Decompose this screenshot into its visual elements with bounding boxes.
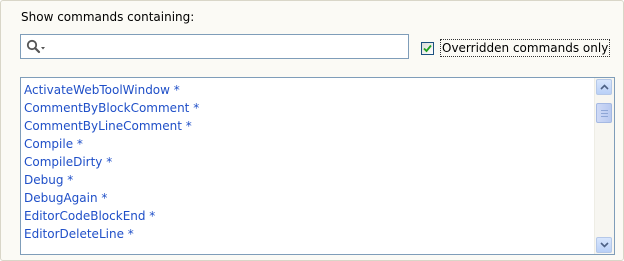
commands-panel: Show commands containing: Overridden com… bbox=[0, 0, 624, 261]
overridden-only-checkbox[interactable]: Overridden commands only bbox=[421, 38, 611, 58]
checkbox-box[interactable] bbox=[421, 41, 434, 55]
checkmark-icon bbox=[423, 44, 432, 52]
scroll-down-button[interactable] bbox=[596, 237, 612, 253]
list-item[interactable]: EditorDeleteLine * bbox=[24, 225, 589, 243]
scrollbar-thumb[interactable] bbox=[596, 103, 612, 123]
list-item[interactable]: DebugAgain * bbox=[24, 189, 589, 207]
list-item[interactable]: CompileDirty * bbox=[24, 153, 589, 171]
vertical-scrollbar[interactable] bbox=[594, 78, 614, 254]
scroll-up-button[interactable] bbox=[596, 79, 612, 95]
search-input[interactable] bbox=[51, 37, 401, 55]
list-item[interactable]: EditorCodeBlockEnd * bbox=[24, 207, 589, 225]
search-label: Show commands containing: bbox=[21, 10, 195, 24]
search-icon[interactable] bbox=[26, 39, 48, 55]
search-field[interactable] bbox=[20, 34, 409, 59]
list-item[interactable]: ActivateWebToolWindow * bbox=[24, 81, 589, 99]
commands-list[interactable]: ActivateWebToolWindow * CommentByBlockCom… bbox=[20, 77, 615, 255]
list-item[interactable]: CommentByBlockComment * bbox=[24, 99, 589, 117]
list-item[interactable]: Compile * bbox=[24, 135, 589, 153]
commands-list-items: ActivateWebToolWindow * CommentByBlockCom… bbox=[24, 81, 589, 243]
list-item[interactable]: CommentByLineComment * bbox=[24, 117, 589, 135]
chevron-up-icon bbox=[600, 84, 609, 90]
chevron-down-icon bbox=[600, 242, 609, 248]
overridden-only-label[interactable]: Overridden commands only bbox=[440, 39, 611, 57]
list-item[interactable]: Debug * bbox=[24, 171, 589, 189]
